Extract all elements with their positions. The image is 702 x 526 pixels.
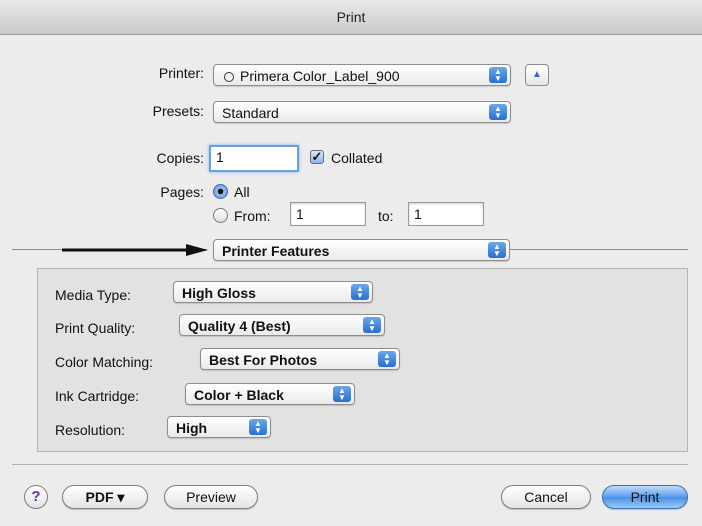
printer-status-icon: [224, 72, 234, 82]
section-value: Printer Features: [222, 243, 330, 259]
preview-button[interactable]: Preview: [164, 485, 258, 509]
ink-cartridge-label: Ink Cartridge:: [55, 388, 140, 404]
media-type-select[interactable]: High Gloss ▲ ▼: [173, 281, 373, 303]
up-down-arrows-icon: ▲ ▼: [488, 242, 506, 258]
print-quality-label: Print Quality:: [55, 320, 136, 336]
copies-field[interactable]: 1: [209, 145, 299, 172]
printer-label: Printer:: [158, 65, 204, 81]
printer-select[interactable]: Primera Color_Label_900 ▲ ▼: [213, 64, 511, 86]
pages-all-radio[interactable]: [213, 184, 228, 199]
help-button[interactable]: ?: [24, 485, 48, 509]
pdf-button[interactable]: PDF ▾: [62, 485, 148, 509]
cancel-button[interactable]: Cancel: [501, 485, 591, 509]
up-down-arrows-icon: ▲ ▼: [351, 284, 369, 300]
color-matching-value: Best For Photos: [209, 352, 318, 368]
pages-from-field[interactable]: 1: [290, 202, 366, 226]
resolution-label: Resolution:: [55, 422, 126, 438]
media-type-value: High Gloss: [182, 285, 256, 301]
resolution-select[interactable]: High ▲ ▼: [167, 416, 271, 438]
footer-divider: [12, 464, 688, 465]
pages-to-label: to:: [378, 208, 394, 224]
ink-cartridge-value: Color + Black: [194, 387, 284, 403]
disclosure-up-icon[interactable]: ▲: [525, 64, 549, 86]
pages-from-label: From:: [234, 208, 271, 224]
collated-label: Collated: [331, 150, 383, 166]
up-down-arrows-icon: ▲ ▼: [489, 67, 507, 83]
pages-label: Pages:: [160, 184, 204, 200]
ink-cartridge-select[interactable]: Color + Black ▲ ▼: [185, 383, 355, 405]
pages-to-field[interactable]: 1: [408, 202, 484, 226]
printer-value: Primera Color_Label_900: [240, 68, 400, 84]
presets-select[interactable]: Standard ▲ ▼: [213, 101, 511, 123]
window-title: Print: [0, 0, 702, 35]
section-divider-right: [510, 249, 688, 250]
up-down-arrows-icon: ▲ ▼: [333, 386, 351, 402]
collated-checkbox[interactable]: ✓: [310, 150, 324, 164]
up-down-arrows-icon: ▲ ▼: [378, 351, 396, 367]
up-down-arrows-icon: ▲ ▼: [249, 419, 267, 435]
up-down-arrows-icon: ▲ ▼: [489, 104, 507, 120]
pages-from-radio[interactable]: [213, 208, 228, 223]
resolution-value: High: [176, 420, 208, 436]
print-button[interactable]: Print: [602, 485, 688, 509]
up-down-arrows-icon: ▲ ▼: [363, 317, 381, 333]
color-matching-select[interactable]: Best For Photos ▲ ▼: [200, 348, 400, 370]
pages-all-label: All: [234, 184, 250, 200]
color-matching-label: Color Matching:: [55, 354, 154, 370]
media-type-label: Media Type:: [55, 287, 132, 303]
checkmark-icon: ✓: [311, 149, 323, 164]
print-quality-select[interactable]: Quality 4 (Best) ▲ ▼: [179, 314, 385, 336]
copies-label: Copies:: [156, 150, 204, 166]
section-select[interactable]: Printer Features ▲ ▼: [213, 239, 510, 261]
print-quality-value: Quality 4 (Best): [188, 318, 291, 334]
presets-label: Presets:: [152, 103, 204, 119]
presets-value: Standard: [222, 105, 279, 121]
right-arrow-icon: [62, 244, 208, 256]
